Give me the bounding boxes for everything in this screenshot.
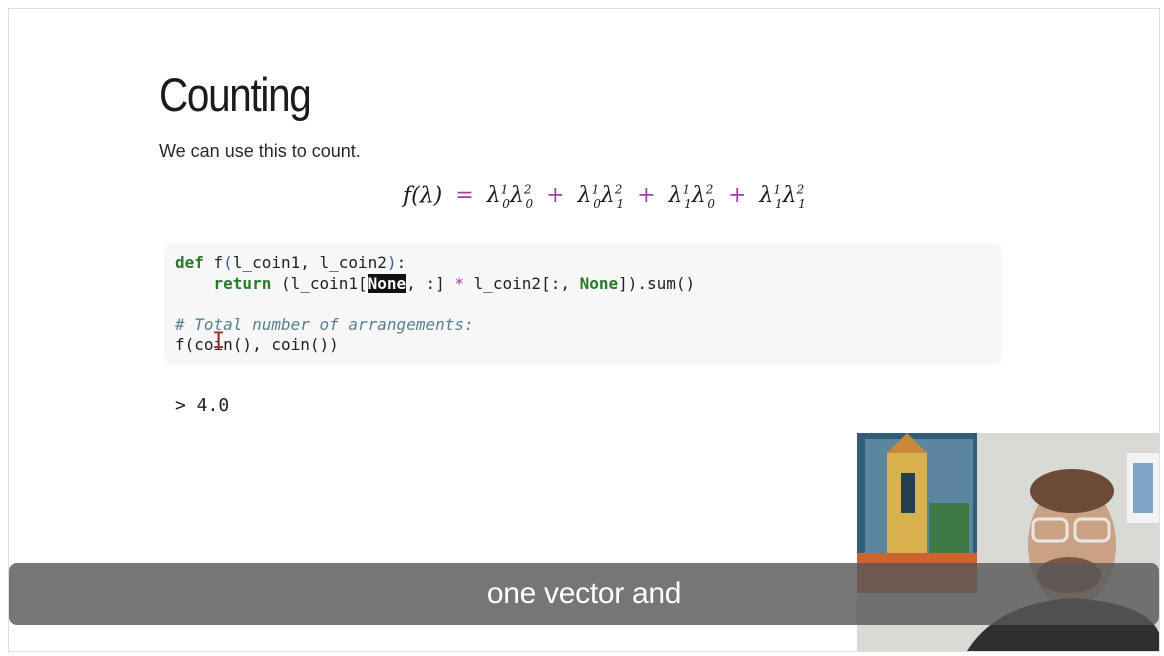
formula-term-4: λ11λ21: [759, 183, 806, 211]
subtitle-text: one vector and: [486, 577, 682, 610]
code-cell[interactable]: def f(l_coin1, l_coin2): return (l_coin1…: [167, 246, 999, 362]
formula-plus-1: +: [546, 183, 565, 209]
i-beam-icon: I: [212, 329, 226, 354]
slide-title: Counting: [159, 68, 312, 121]
formula-term-1: λ10λ20: [486, 183, 534, 211]
code-call: f(coin(), coin()): [175, 335, 339, 354]
code-block[interactable]: def f(l_coin1, l_coin2): return (l_coin1…: [175, 253, 695, 356]
cell-output: > 4.0: [175, 395, 230, 416]
formula-lhs: f(λ): [403, 183, 443, 209]
slide-text: We can use this to count.: [159, 141, 361, 161]
formula-plus-2: +: [637, 183, 656, 209]
code-return-keyword: return: [213, 273, 272, 293]
formula-plus-3: +: [727, 183, 747, 209]
formula: f(λ) = λ10λ20 + λ10λ21 + λ11λ20 + λ11λ21: [403, 183, 806, 211]
formula-term-2: λ10λ21: [577, 183, 625, 211]
formula-term-3: λ11λ20: [668, 183, 715, 211]
formula-eq: =: [455, 183, 474, 209]
slide-frame: Counting We can use this to count. f(λ) …: [8, 8, 1160, 652]
code-def-keyword: def: [175, 253, 204, 272]
code-selected-none: None: [367, 273, 407, 293]
